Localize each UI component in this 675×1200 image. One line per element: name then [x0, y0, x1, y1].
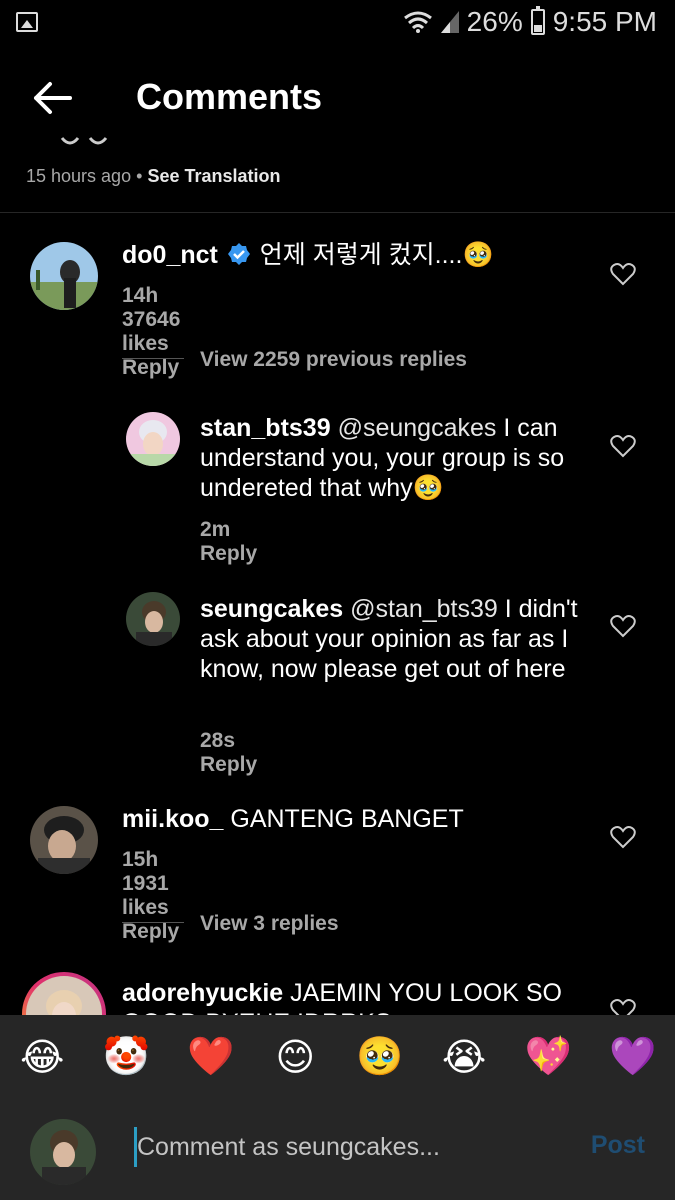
emoji-sparkling-heart[interactable]: 💖	[518, 1035, 578, 1080]
comment-time: 14h	[122, 284, 159, 307]
username[interactable]: mii.koo_	[122, 805, 223, 833]
comment-text: do0_nct 언제 저렇게 컸지....🥹	[122, 240, 592, 270]
reply-meta: 2m Reply	[200, 518, 293, 566]
caption-separator: •	[136, 166, 143, 186]
caption-time: 15 hours ago	[26, 166, 132, 186]
likes-count[interactable]: 1931 likes	[122, 872, 169, 919]
header: Comments	[0, 48, 675, 148]
emoji-crying[interactable]: 😭	[434, 1035, 494, 1080]
comment-body: GANTENG BANGET	[230, 805, 464, 833]
back-arrow-icon[interactable]	[28, 74, 76, 122]
reply-meta: 28s Reply	[200, 729, 293, 777]
caption-meta: 15 hours ago • See Translation	[26, 166, 281, 187]
emoji-red-heart[interactable]: ❤️	[181, 1035, 241, 1080]
emoji-smiling[interactable]: 😊	[265, 1035, 325, 1080]
username[interactable]: seungcakes	[200, 595, 343, 623]
comment-time: 15h	[122, 848, 159, 871]
reply-button[interactable]: Reply	[200, 753, 257, 776]
like-heart-icon[interactable]	[610, 614, 636, 638]
emoji-holding-back-tears[interactable]: 🥹	[350, 1035, 410, 1080]
clock: 9:55 PM	[552, 6, 657, 37]
wifi-icon	[403, 11, 432, 33]
reply-button[interactable]: Reply	[122, 356, 179, 379]
reply-time: 2m	[200, 518, 231, 541]
avatar[interactable]	[126, 412, 180, 466]
post-button[interactable]: Post	[591, 1131, 645, 1160]
view-replies[interactable]: View 3 replies	[200, 912, 339, 936]
signal-icon	[440, 11, 459, 33]
current-user-avatar	[30, 1119, 96, 1185]
gallery-notification-icon	[16, 12, 38, 32]
status-right: 26% 9:55 PM	[403, 6, 657, 38]
see-translation-link[interactable]: See Translation	[147, 166, 280, 186]
like-heart-icon[interactable]	[610, 262, 636, 286]
comment-body: 언제 저렇게 컸지....🥹	[259, 241, 494, 269]
reply-button[interactable]: Reply	[200, 542, 257, 565]
divider	[0, 212, 675, 213]
username[interactable]: do0_nct	[122, 241, 218, 269]
username[interactable]: stan_bts39	[200, 414, 331, 442]
avatar[interactable]	[30, 806, 98, 874]
avatar[interactable]	[126, 592, 180, 646]
battery-percent: 26%	[466, 6, 523, 37]
mention-link[interactable]: @seungcakes	[338, 414, 497, 442]
emoji-purple-heart[interactable]: 💜	[603, 1035, 663, 1080]
reply-button[interactable]: Reply	[122, 920, 179, 943]
view-replies-line	[122, 922, 184, 923]
caption-emoji-fragment	[60, 137, 108, 145]
view-replies-line	[122, 358, 184, 359]
status-bar: 26% 9:55 PM	[0, 0, 675, 48]
comment-bar: Post	[0, 1103, 675, 1200]
verified-badge-icon	[227, 243, 250, 265]
reply-time: 28s	[200, 729, 236, 752]
comment-input[interactable]	[134, 1127, 574, 1167]
mention-link[interactable]: @stan_bts39	[350, 595, 498, 623]
battery-icon	[530, 6, 545, 35]
page-title: Comments	[136, 76, 323, 117]
username[interactable]: adorehyuckie	[122, 979, 283, 1007]
emoji-laughing-tears[interactable]: 😂	[12, 1035, 72, 1080]
likes-count[interactable]: 37646 likes	[122, 308, 180, 355]
view-previous-replies[interactable]: View 2259 previous replies	[200, 348, 467, 372]
reply-text: seungcakes @stan_bts39 I didn't ask abou…	[200, 594, 600, 684]
like-heart-icon[interactable]	[610, 434, 636, 458]
emoji-clown[interactable]: 🤡	[97, 1035, 157, 1080]
avatar[interactable]	[30, 242, 98, 310]
comment-text: mii.koo_ GANTENG BANGET	[122, 804, 592, 834]
like-heart-icon[interactable]	[610, 825, 636, 849]
bottom-compose-area: 😂 🤡 ❤️ 😊 🥹 😭 💖 💜 Post	[0, 1015, 675, 1200]
reply-text: stan_bts39 @seungcakes I can understand …	[200, 413, 600, 503]
quick-emoji-bar: 😂 🤡 ❤️ 😊 🥹 😭 💖 💜	[0, 1035, 675, 1080]
